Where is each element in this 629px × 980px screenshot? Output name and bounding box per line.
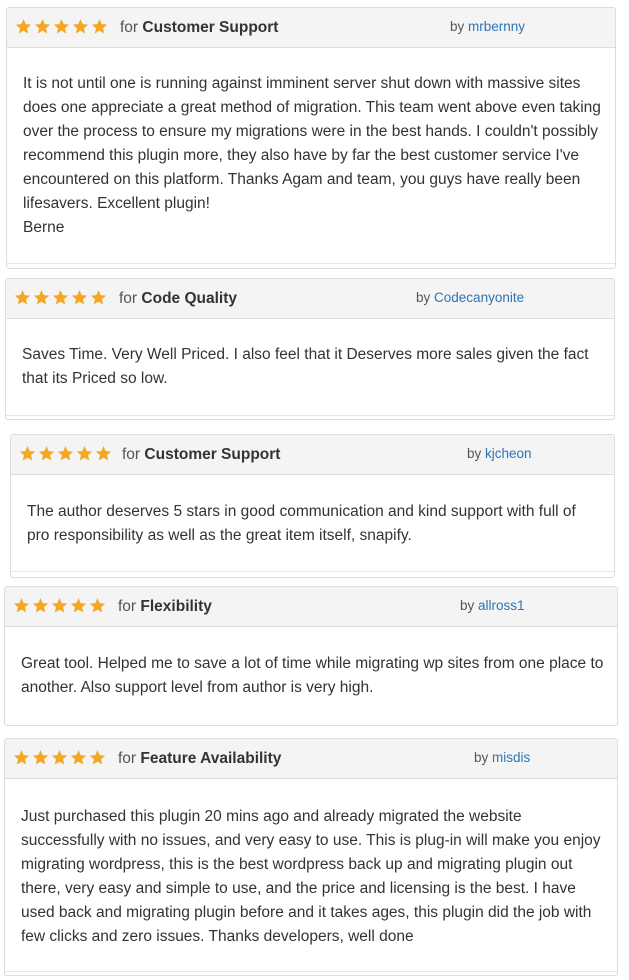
- review-card: for Customer Support by kjcheon The auth…: [10, 434, 615, 578]
- star-rating: [19, 445, 112, 462]
- star-rating: [15, 18, 108, 35]
- star-icon: [53, 19, 70, 34]
- review-card: for Code Quality by Codecanyonite Saves …: [5, 278, 615, 420]
- star-icon: [70, 598, 87, 613]
- review-header: for Customer Support by kjcheon: [11, 435, 614, 475]
- star-icon: [89, 598, 106, 613]
- divider: [5, 971, 617, 972]
- author-link[interactable]: Codecanyonite: [434, 290, 524, 305]
- star-icon: [15, 19, 32, 34]
- star-icon: [57, 446, 74, 461]
- review-author: by kjcheon: [467, 446, 532, 461]
- star-rating: [13, 597, 106, 614]
- review-body: Just purchased this plugin 20 mins ago a…: [21, 808, 601, 945]
- review-category: for Customer Support: [120, 19, 279, 36]
- review-header: for Code Quality by Codecanyonite: [6, 279, 614, 319]
- author-link[interactable]: allross1: [478, 598, 525, 613]
- divider: [6, 415, 614, 416]
- review-card: for Customer Support by mrbernny It is n…: [6, 7, 616, 269]
- divider: [7, 263, 615, 264]
- star-icon: [90, 290, 107, 305]
- author-link[interactable]: mrbernny: [468, 19, 525, 34]
- review-author: by Codecanyonite: [416, 290, 525, 305]
- review-card: for Feature Availability by misdis Just …: [4, 738, 618, 976]
- review-header: for Feature Availability by misdis: [5, 739, 617, 779]
- review-body: It is not until one is running against i…: [23, 75, 601, 236]
- review-card: for Flexibility by allross1 Great tool. …: [4, 586, 618, 726]
- star-icon: [91, 19, 108, 34]
- review-body: Great tool. Helped me to save a lot of t…: [21, 655, 604, 696]
- review-category: for Flexibility: [118, 598, 212, 615]
- star-icon: [51, 598, 68, 613]
- review-author: by mrbernny: [450, 19, 526, 34]
- reviews-page: { "reviews": [ { "prefix": "for", "categ…: [0, 0, 629, 980]
- star-icon: [76, 446, 93, 461]
- review-header: for Flexibility by allross1: [5, 587, 617, 627]
- star-icon: [33, 290, 50, 305]
- review-body: The author deserves 5 stars in good comm…: [27, 503, 576, 544]
- star-icon: [51, 750, 68, 765]
- star-icon: [32, 750, 49, 765]
- author-link[interactable]: misdis: [492, 750, 530, 765]
- star-icon: [14, 290, 31, 305]
- review-category: for Customer Support: [122, 446, 281, 463]
- star-icon: [34, 19, 51, 34]
- divider: [11, 571, 614, 572]
- review-category: for Code Quality: [119, 290, 238, 307]
- review-author: by misdis: [474, 750, 531, 765]
- star-icon: [13, 750, 30, 765]
- star-icon: [89, 750, 106, 765]
- star-icon: [71, 290, 88, 305]
- star-rating: [14, 289, 107, 306]
- review-category: for Feature Availability: [118, 750, 282, 767]
- star-icon: [13, 598, 30, 613]
- star-icon: [38, 446, 55, 461]
- star-icon: [95, 446, 112, 461]
- review-header: for Customer Support by mrbernny: [7, 8, 615, 48]
- star-rating: [13, 749, 106, 766]
- star-icon: [72, 19, 89, 34]
- author-link[interactable]: kjcheon: [485, 446, 532, 461]
- review-author: by allross1: [460, 598, 525, 613]
- star-icon: [19, 446, 36, 461]
- star-icon: [32, 598, 49, 613]
- star-icon: [70, 750, 87, 765]
- star-icon: [52, 290, 69, 305]
- review-body: Saves Time. Very Well Priced. I also fee…: [22, 346, 589, 387]
